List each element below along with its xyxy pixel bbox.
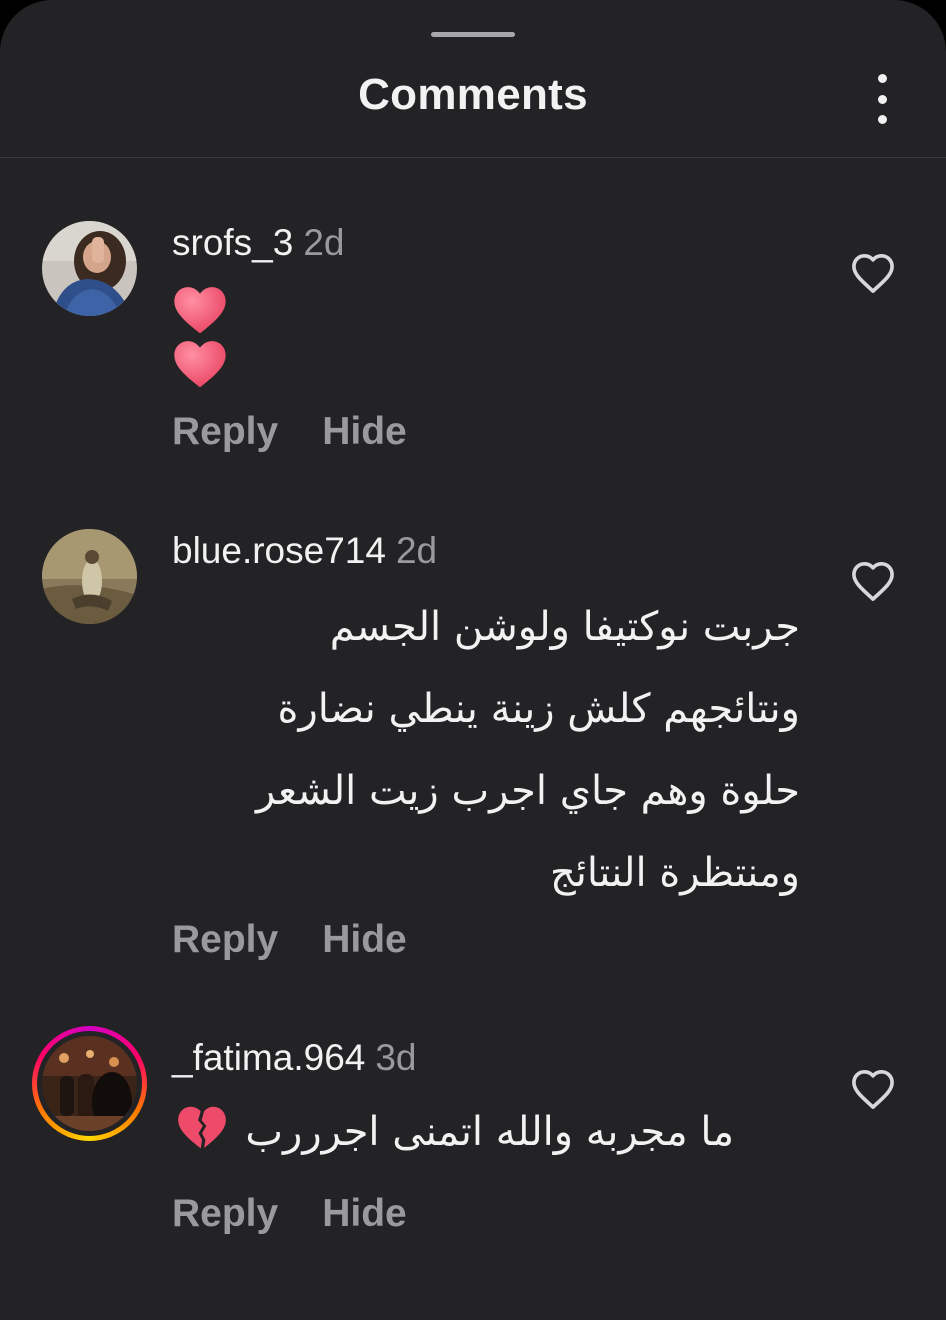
story-ring[interactable] xyxy=(32,1026,147,1141)
comment-text: ما مجربه والله اتمنى اجرررب xyxy=(234,1091,734,1173)
comment-meta: blue.rose714 2d xyxy=(172,530,437,572)
comment-text: جربت نوكتيفا ولوشن الجسم ونتائجهم كلش زي… xyxy=(180,586,800,914)
reply-button[interactable]: Reply xyxy=(172,410,278,454)
comment-text-line: ما مجربه والله اتمنى اجرررب xyxy=(245,1109,734,1155)
hide-button[interactable]: Hide xyxy=(322,410,407,454)
heart-outline-icon[interactable] xyxy=(850,560,896,602)
hide-button[interactable]: Hide xyxy=(322,1192,407,1236)
comment-text-line: جربت نوكتيفا ولوشن الجسم xyxy=(329,604,800,650)
comments-header: Comments xyxy=(0,0,946,158)
heart-outline-icon[interactable] xyxy=(850,252,896,294)
avatar[interactable] xyxy=(42,1036,137,1131)
comment-actions: Reply Hide xyxy=(172,410,407,454)
comment-text-line: ونتائجهم كلش زينة ينطي نضارة xyxy=(277,686,800,732)
page-title: Comments xyxy=(358,70,588,119)
comment-actions: Reply Hide xyxy=(172,1192,407,1236)
red-heart-emoji xyxy=(174,341,226,388)
broken-heart-emoji xyxy=(178,1106,226,1149)
avatar[interactable] xyxy=(42,221,137,316)
comment-time: 2d xyxy=(303,222,345,263)
username[interactable]: srofs_3 xyxy=(172,222,293,263)
comments-sheet: Comments srofs_3 2d Reply Hide blue.rose… xyxy=(0,0,946,1320)
drag-handle[interactable] xyxy=(431,32,515,37)
hide-button[interactable]: Hide xyxy=(322,918,407,962)
comment-actions: Reply Hide xyxy=(172,918,407,962)
comment-text-line: ومنتظرة النتائج xyxy=(549,850,800,896)
heart-outline-icon[interactable] xyxy=(850,1068,896,1110)
comment-text-line: حلوة وهم جاي اجرب زيت الشعر xyxy=(255,768,800,814)
red-heart-emoji xyxy=(174,287,226,334)
avatar[interactable] xyxy=(42,529,137,624)
username[interactable]: blue.rose714 xyxy=(172,530,386,571)
more-vertical-icon[interactable] xyxy=(864,74,900,124)
comment-meta: srofs_3 2d xyxy=(172,222,345,264)
reply-button[interactable]: Reply xyxy=(172,918,278,962)
reply-button[interactable]: Reply xyxy=(172,1192,278,1236)
comment-time: 3d xyxy=(375,1037,417,1078)
comment-time: 2d xyxy=(395,530,438,571)
comment-meta: _fatima.964 3d xyxy=(172,1037,417,1079)
username[interactable]: _fatima.964 xyxy=(172,1037,365,1078)
